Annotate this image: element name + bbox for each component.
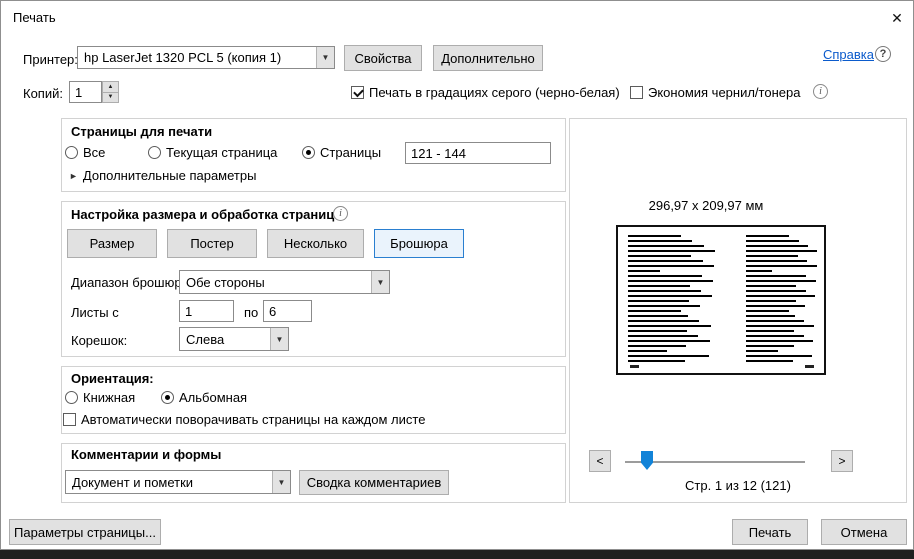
multiple-button[interactable]: Несколько: [267, 229, 364, 258]
booklet-subset-select[interactable]: Обе стороны ▼: [179, 270, 390, 294]
orientation-group-title: Ориентация:: [71, 371, 154, 386]
next-page-button[interactable]: >: [831, 450, 853, 472]
chevron-down-icon[interactable]: ▼: [272, 471, 290, 493]
info-icon[interactable]: i: [813, 84, 828, 99]
economy-checkbox-option[interactable]: Экономия чернил/тонера: [630, 85, 800, 100]
properties-button[interactable]: Свойства: [344, 45, 422, 71]
radio-landscape-label: Альбомная: [179, 390, 248, 405]
chevron-down-icon[interactable]: ▼: [371, 271, 389, 293]
sheets-from-input[interactable]: [179, 300, 234, 322]
autorotate-label: Автоматически поворачивать страницы на к…: [81, 412, 426, 427]
chevron-down-icon[interactable]: ▼: [270, 328, 288, 350]
binding-select-value: Слева: [186, 331, 225, 347]
chevron-down-icon[interactable]: ▼: [316, 47, 334, 68]
copies-label: Копий:: [23, 86, 63, 101]
page-setup-button[interactable]: Параметры страницы...: [9, 519, 161, 545]
sizing-group-title: Настройка размера и обработка страниц: [71, 207, 335, 222]
radio-all[interactable]: [65, 146, 78, 159]
comments-select[interactable]: Документ и пометки ▼: [65, 470, 291, 494]
preview-page: [616, 225, 826, 375]
radio-all-label: Все: [83, 145, 106, 160]
radio-current-label: Текущая страница: [166, 145, 278, 160]
radio-portrait-label: Книжная: [83, 390, 136, 405]
sheets-label: Листы с: [71, 305, 119, 320]
preview-folio-left: [630, 365, 639, 368]
spin-down-icon[interactable]: ▼: [102, 92, 119, 103]
grayscale-checkbox[interactable]: [351, 86, 364, 99]
more-options-label: Дополнительные параметры: [82, 168, 257, 183]
radio-all-option[interactable]: Все: [65, 145, 105, 160]
binding-select[interactable]: Слева ▼: [179, 327, 289, 351]
preview-folio-right: [805, 365, 814, 368]
preview-dimensions: 296,97 x 209,97 мм: [648, 198, 764, 213]
background-window-edge: [0, 550, 914, 559]
copies-stepper[interactable]: ▲ ▼: [102, 81, 119, 103]
grayscale-checkbox-option[interactable]: Печать в градациях серого (черно-белая): [351, 85, 620, 100]
spin-up-icon[interactable]: ▲: [102, 81, 119, 93]
economy-label: Экономия чернил/тонера: [648, 85, 801, 100]
printer-select-value: hp LaserJet 1320 PCL 5 (копия 1): [84, 50, 282, 65]
sizing-info-icon[interactable]: i: [333, 206, 348, 221]
print-dialog: Печать ✕ Принтер: hp LaserJet 1320 PCL 5…: [0, 0, 914, 550]
sheets-to-input[interactable]: [263, 300, 312, 322]
radio-landscape[interactable]: [161, 391, 174, 404]
booklet-button[interactable]: Брошюра: [374, 229, 464, 258]
printer-select[interactable]: hp LaserJet 1320 PCL 5 (копия 1) ▼: [77, 46, 335, 69]
autorotate-checkbox[interactable]: [63, 413, 76, 426]
radio-portrait-option[interactable]: Книжная: [65, 390, 135, 405]
radio-pages[interactable]: [302, 146, 315, 159]
pages-group-title: Страницы для печати: [71, 124, 213, 139]
size-button[interactable]: Размер: [67, 229, 157, 258]
binding-label: Корешок:: [71, 333, 128, 348]
comment-summary-button[interactable]: Сводка комментариев: [299, 470, 449, 495]
print-button[interactable]: Печать: [732, 519, 808, 545]
radio-current-option[interactable]: Текущая страница: [148, 145, 277, 160]
radio-pages-option[interactable]: Страницы: [302, 145, 381, 160]
dialog-title: Печать: [13, 10, 56, 25]
poster-button[interactable]: Постер: [167, 229, 257, 258]
disclosure-triangle-icon: ►: [69, 170, 78, 181]
economy-checkbox[interactable]: [630, 86, 643, 99]
radio-current[interactable]: [148, 146, 161, 159]
radio-landscape-option[interactable]: Альбомная: [161, 390, 247, 405]
advanced-button[interactable]: Дополнительно: [433, 45, 543, 71]
help-link[interactable]: Справка: [823, 47, 874, 62]
grayscale-label: Печать в градациях серого (черно-белая): [369, 85, 620, 100]
more-options-disclosure[interactable]: ► Дополнительные параметры: [69, 168, 256, 183]
prev-page-button[interactable]: <: [589, 450, 611, 472]
radio-portrait[interactable]: [65, 391, 78, 404]
comments-select-value: Документ и пометки: [72, 474, 194, 490]
booklet-subset-value: Обе стороны: [186, 274, 265, 290]
cancel-button[interactable]: Отмена: [821, 519, 907, 545]
printer-label: Принтер:: [23, 52, 78, 67]
page-range-input[interactable]: [405, 142, 551, 164]
sheets-to-label: по: [244, 305, 259, 320]
booklet-subset-label: Диапазон брошюры:: [71, 275, 195, 290]
comments-group-title: Комментарии и формы: [71, 447, 222, 462]
preview-text-left: [628, 235, 716, 365]
page-info: Стр. 1 из 12 (121): [685, 478, 791, 493]
radio-pages-label: Страницы: [320, 145, 382, 160]
close-icon[interactable]: ✕: [885, 7, 909, 29]
autorotate-checkbox-option[interactable]: Автоматически поворачивать страницы на к…: [63, 412, 425, 427]
copies-input[interactable]: [69, 81, 102, 103]
preview-text-right: [746, 235, 818, 365]
help-icon[interactable]: ?: [875, 46, 891, 62]
